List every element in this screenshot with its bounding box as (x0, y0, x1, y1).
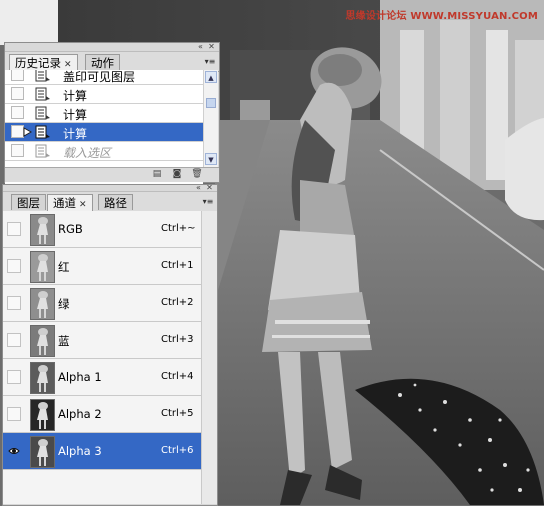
channel-row-red[interactable]: 红 Ctrl+1 (3, 248, 201, 285)
channel-row-alpha-3[interactable]: Alpha 3 Ctrl+6 (3, 433, 201, 470)
tab-layers-label: 图层 (17, 196, 40, 210)
tab-paths-label: 路径 (104, 196, 127, 210)
visibility-toggle[interactable] (7, 296, 21, 310)
channel-name: 蓝 (58, 334, 70, 348)
history-item[interactable]: 盖印可见图层 (5, 70, 203, 85)
history-item[interactable]: 计算 (5, 85, 203, 104)
channel-row-rgb[interactable]: RGB Ctrl+~ (3, 211, 201, 248)
trash-icon[interactable]: 🗑 (191, 169, 203, 180)
tab-layers[interactable]: 图层 (11, 194, 46, 210)
collapse-icon[interactable]: « (196, 42, 205, 51)
channel-name: 红 (58, 260, 70, 274)
history-item-label: 计算 (63, 127, 88, 141)
channel-thumbnail (30, 436, 55, 468)
close-icon[interactable]: ✕ (207, 42, 216, 51)
history-slider-icon[interactable] (23, 127, 33, 137)
channels-panel-titlebar[interactable]: « ✕ (3, 183, 217, 192)
channel-thumbnail (30, 288, 55, 320)
tab-close-icon[interactable]: ✕ (79, 200, 87, 210)
scroll-down-icon[interactable]: ▼ (205, 153, 217, 165)
channel-thumbnail (30, 214, 55, 246)
history-item-label: 盖印可见图层 (63, 70, 136, 84)
history-state-icon (35, 125, 50, 139)
visibility-toggle[interactable] (7, 222, 21, 236)
channels-tabs: 图层 通道 ✕ 路径 ▾≡ (3, 192, 217, 212)
history-state-icon (35, 70, 50, 82)
visibility-toggle[interactable] (7, 444, 21, 458)
history-item-label: 计算 (63, 89, 88, 103)
channel-row-blue[interactable]: 蓝 Ctrl+3 (3, 322, 201, 359)
history-source-checkbox[interactable] (11, 144, 24, 157)
channel-name: Alpha 3 (58, 444, 102, 458)
tab-actions-label: 动作 (91, 56, 114, 70)
collapse-icon[interactable]: « (194, 183, 203, 192)
close-icon[interactable]: ✕ (205, 183, 214, 192)
eye-icon (8, 448, 20, 454)
channel-name: 绿 (58, 297, 70, 311)
history-tabs: 历史记录 ✕ 动作 ▾≡ (5, 52, 219, 72)
tab-channels[interactable]: 通道 ✕ (47, 194, 93, 212)
panel-menu-icon[interactable]: ▾≡ (202, 196, 214, 207)
channel-name: RGB (58, 222, 83, 236)
channel-row-alpha-1[interactable]: Alpha 1 Ctrl+4 (3, 359, 201, 396)
channels-panel: « ✕ 图层 通道 ✕ 路径 ▾≡ RGB Ctrl+~ 红 Ctrl+1 绿 … (2, 183, 218, 506)
channel-thumbnail (30, 399, 55, 431)
channel-shortcut: Ctrl+4 (161, 371, 194, 382)
history-source-checkbox[interactable] (11, 87, 24, 100)
history-panel: « ✕ 历史记录 ✕ 动作 ▾≡ 盖印可见图层 计算 计算 计算 载入选区 ▲ … (4, 42, 220, 194)
channel-thumbnail (30, 325, 55, 357)
channel-thumbnail (30, 251, 55, 283)
history-source-checkbox[interactable] (11, 106, 24, 119)
history-item[interactable]: 载入选区 (5, 142, 203, 161)
channel-shortcut: Ctrl+6 (161, 445, 194, 456)
history-state-icon (35, 106, 50, 120)
history-item[interactable]: 计算 (5, 104, 203, 123)
site-watermark: 思缘设计论坛 WWW.MISSYUAN.COM (345, 11, 538, 22)
scroll-up-icon[interactable]: ▲ (205, 71, 217, 83)
channel-shortcut: Ctrl+2 (161, 297, 194, 308)
create-snapshot-icon[interactable]: ◙ (171, 169, 183, 180)
history-item-label: 计算 (63, 108, 88, 122)
tab-history-label: 历史记录 (15, 56, 61, 70)
tab-paths[interactable]: 路径 (98, 194, 133, 210)
history-toolbar: ▤ ◙ 🗑 (5, 167, 219, 182)
channels-scroll-track[interactable] (201, 211, 217, 504)
new-document-from-state-icon[interactable]: ▤ (151, 169, 163, 180)
tab-channels-label: 通道 (53, 196, 76, 210)
visibility-toggle[interactable] (7, 370, 21, 384)
history-item-selected[interactable]: 计算 (5, 123, 203, 142)
scroll-thumb[interactable] (206, 98, 216, 108)
tab-close-icon[interactable]: ✕ (64, 60, 72, 70)
channel-shortcut: Ctrl+3 (161, 334, 194, 345)
channel-shortcut: Ctrl+~ (161, 223, 196, 234)
channels-list: RGB Ctrl+~ 红 Ctrl+1 绿 Ctrl+2 蓝 Ctrl+3 Al… (3, 211, 201, 504)
channel-name: Alpha 2 (58, 407, 102, 421)
channel-shortcut: Ctrl+5 (161, 408, 194, 419)
history-source-checkbox[interactable] (11, 70, 24, 81)
visibility-toggle[interactable] (7, 333, 21, 347)
channel-thumbnail (30, 362, 55, 394)
visibility-toggle[interactable] (7, 259, 21, 273)
tab-actions[interactable]: 动作 (85, 54, 120, 70)
history-scrollbar[interactable]: ▲ ▼ (203, 70, 218, 167)
history-state-icon (35, 87, 50, 101)
history-item-label: 载入选区 (63, 146, 112, 160)
visibility-toggle[interactable] (7, 407, 21, 421)
panel-menu-icon[interactable]: ▾≡ (204, 56, 216, 67)
channel-shortcut: Ctrl+1 (161, 260, 194, 271)
channel-row-green[interactable]: 绿 Ctrl+2 (3, 285, 201, 322)
history-state-icon (35, 144, 50, 158)
channel-name: Alpha 1 (58, 370, 102, 384)
history-panel-titlebar[interactable]: « ✕ (5, 42, 219, 52)
channel-row-alpha-2[interactable]: Alpha 2 Ctrl+5 (3, 396, 201, 433)
